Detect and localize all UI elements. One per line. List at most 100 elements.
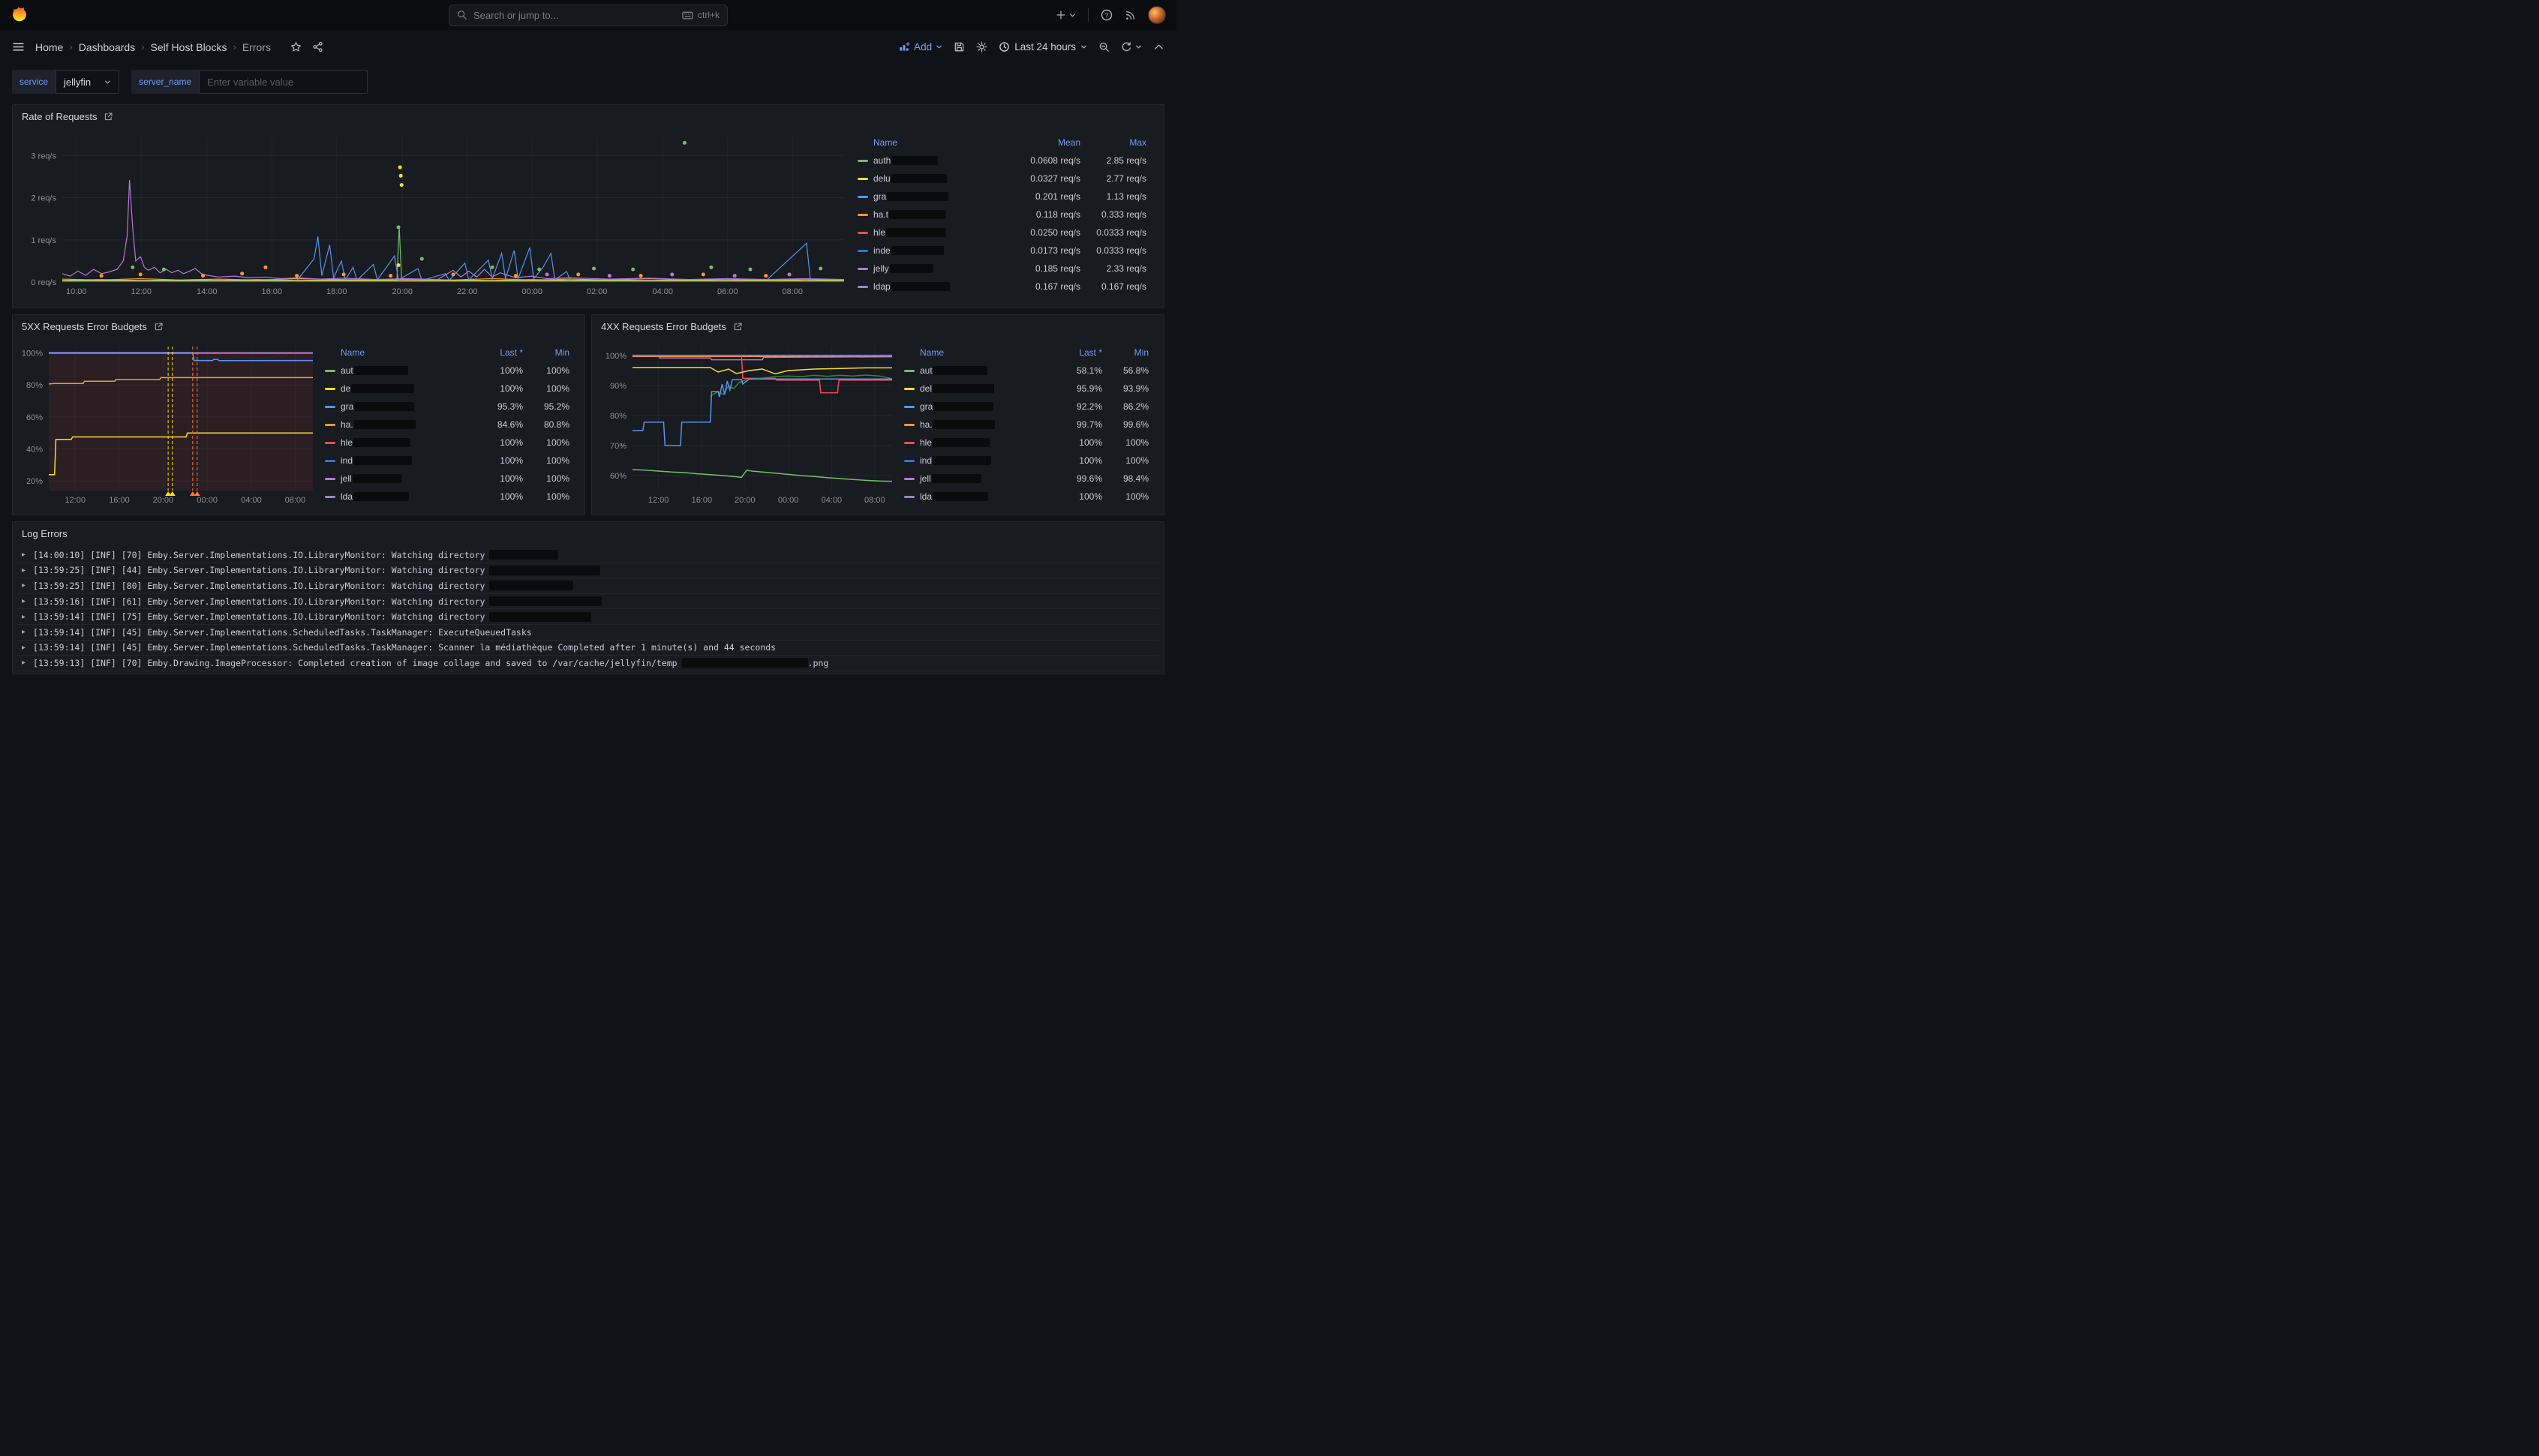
legend-col-1[interactable]: Last * — [1048, 347, 1102, 358]
series-name[interactable]: aut — [920, 365, 933, 376]
expand-arrow-icon[interactable]: ▸ — [22, 566, 26, 575]
legend-col-2[interactable]: Min — [523, 347, 569, 358]
series-name[interactable]: jell — [920, 473, 931, 484]
grafana-logo[interactable] — [11, 6, 29, 24]
error-budget-5xx-chart[interactable]: 12:0016:0020:0000:0004:0008:0020%40%60%8… — [19, 338, 319, 507]
expand-arrow-icon[interactable]: ▸ — [22, 551, 26, 559]
legend-row[interactable]: jell100%100% — [325, 470, 569, 488]
legend-row[interactable]: ha.84.6%80.8% — [325, 416, 569, 434]
breadcrumb-dashboards[interactable]: Dashboards — [79, 41, 136, 53]
add-button[interactable]: Add — [899, 41, 942, 53]
series-name[interactable]: inde — [873, 245, 891, 256]
log-row[interactable]: ▸[14:00:10] [INF] [70] Emby.Server.Imple… — [17, 548, 1159, 563]
series-name[interactable]: jelly — [873, 263, 889, 274]
legend-row[interactable]: ha.t0.118 req/s0.333 req/s — [858, 206, 1146, 224]
log-row[interactable]: ▸[13:59:25] [INF] [80] Emby.Server.Imple… — [17, 578, 1159, 594]
log-row[interactable]: ▸[13:59:14] [INF] [45] Emby.Server.Imple… — [17, 625, 1159, 641]
breadcrumb-home[interactable]: Home — [35, 41, 63, 53]
user-avatar[interactable] — [1148, 6, 1166, 24]
new-menu-button[interactable] — [1056, 10, 1076, 20]
series-name[interactable]: gra — [341, 401, 353, 412]
zoom-out-icon[interactable] — [1098, 41, 1110, 53]
series-name[interactable]: gra — [920, 401, 933, 412]
breadcrumb-folder[interactable]: Self Host Blocks — [151, 41, 227, 53]
legend-row[interactable]: inde0.0173 req/s0.0333 req/s — [858, 242, 1146, 260]
search-input[interactable]: Search or jump to... ctrl+k — [449, 5, 728, 26]
legend-row[interactable]: ha.99.7%99.6% — [904, 416, 1149, 434]
legend-row[interactable]: auth0.0608 req/s2.85 req/s — [858, 152, 1146, 170]
legend-row[interactable]: gra0.201 req/s1.13 req/s — [858, 188, 1146, 206]
legend-row[interactable]: hle0.0250 req/s0.0333 req/s — [858, 224, 1146, 242]
legend-col-1[interactable]: Last * — [469, 347, 523, 358]
series-name[interactable]: auth — [873, 155, 891, 166]
panel-header[interactable]: Rate of Requests — [13, 105, 1164, 128]
expand-arrow-icon[interactable]: ▸ — [22, 659, 26, 667]
legend-row[interactable]: hle100%100% — [325, 434, 569, 452]
legend-row[interactable]: jell99.6%98.4% — [904, 470, 1149, 488]
series-name[interactable]: ha.t — [873, 209, 888, 220]
series-name[interactable]: hle — [873, 227, 885, 238]
legend-row[interactable]: ind100%100% — [325, 452, 569, 470]
expand-arrow-icon[interactable]: ▸ — [22, 628, 26, 636]
legend-col-2[interactable]: Max — [1080, 137, 1146, 148]
series-name[interactable]: del — [920, 383, 932, 394]
panel-header[interactable]: Log Errors — [13, 522, 1164, 545]
legend-col-1[interactable]: Mean — [999, 137, 1080, 148]
series-name[interactable]: hle — [920, 437, 932, 448]
series-name[interactable]: ha. — [920, 419, 933, 430]
external-link-icon[interactable] — [733, 322, 743, 332]
series-name[interactable]: jell — [341, 473, 352, 484]
series-name[interactable]: hle — [341, 437, 353, 448]
log-row[interactable]: ▸[13:59:14] [INF] [45] Emby.Server.Imple… — [17, 641, 1159, 656]
expand-arrow-icon[interactable]: ▸ — [22, 581, 26, 590]
log-row[interactable]: ▸[13:59:14] [INF] [75] Emby.Server.Imple… — [17, 609, 1159, 625]
external-link-icon[interactable] — [154, 322, 164, 332]
legend-col-name[interactable]: Name — [858, 137, 999, 148]
expand-arrow-icon[interactable]: ▸ — [22, 613, 26, 621]
legend-row[interactable]: aut100%100% — [325, 362, 569, 380]
variable-service-select[interactable]: jellyfin — [56, 70, 119, 94]
time-range-picker[interactable]: Last 24 hours — [999, 41, 1087, 53]
legend-row[interactable]: ldap0.167 req/s0.167 req/s — [858, 278, 1146, 296]
external-link-icon[interactable] — [104, 112, 113, 122]
series-name[interactable]: ha. — [341, 419, 353, 430]
news-rss-icon[interactable] — [1125, 10, 1136, 21]
legend-row[interactable]: delu0.0327 req/s2.77 req/s — [858, 170, 1146, 188]
expand-arrow-icon[interactable]: ▸ — [22, 597, 26, 605]
error-budget-4xx-chart[interactable]: 12:0016:0020:0000:0004:0008:0060%70%80%9… — [598, 338, 898, 507]
log-row[interactable]: ▸[13:59:16] [INF] [61] Emby.Server.Imple… — [17, 594, 1159, 610]
expand-arrow-icon[interactable]: ▸ — [22, 644, 26, 652]
series-name[interactable]: gra — [873, 191, 886, 202]
legend-row[interactable]: hle100%100% — [904, 434, 1149, 452]
legend-row[interactable]: aut58.1%56.8% — [904, 362, 1149, 380]
legend-row[interactable]: del95.9%93.9% — [904, 380, 1149, 398]
series-name[interactable]: ind — [341, 455, 353, 466]
legend-row[interactable]: lda100%100% — [904, 488, 1149, 506]
legend-col-2[interactable]: Min — [1102, 347, 1149, 358]
log-row[interactable]: ▸[13:59:25] [INF] [44] Emby.Server.Imple… — [17, 563, 1159, 579]
legend-col-name[interactable]: Name — [325, 347, 469, 358]
legend-row[interactable]: lda100%100% — [325, 488, 569, 506]
help-icon[interactable]: ? — [1101, 9, 1113, 21]
series-name[interactable]: lda — [341, 491, 353, 502]
series-name[interactable]: lda — [920, 491, 932, 502]
rate-of-requests-chart[interactable]: 10:0012:0014:0016:0018:0020:0022:0000:00… — [19, 128, 852, 300]
legend-row[interactable]: jelly0.185 req/s2.33 req/s — [858, 260, 1146, 278]
collapse-chevron-up-icon[interactable] — [1153, 41, 1164, 53]
refresh-button[interactable] — [1121, 41, 1142, 53]
panel-header[interactable]: 5XX Requests Error Budgets — [13, 315, 584, 338]
star-icon[interactable] — [290, 41, 302, 53]
legend-row[interactable]: de100%100% — [325, 380, 569, 398]
settings-gear-icon[interactable] — [976, 41, 987, 53]
legend-row[interactable]: ind100%100% — [904, 452, 1149, 470]
legend-row[interactable]: gra95.3%95.2% — [325, 398, 569, 416]
series-name[interactable]: aut — [341, 365, 353, 376]
share-icon[interactable] — [312, 41, 323, 53]
series-name[interactable]: ind — [920, 455, 932, 466]
save-icon[interactable] — [954, 41, 965, 53]
variable-server-input[interactable] — [199, 70, 368, 94]
series-name[interactable]: de — [341, 383, 350, 394]
log-row[interactable]: ▸[13:59:13] [INF] [70] Emby.Drawing.Imag… — [17, 656, 1159, 671]
menu-icon[interactable] — [12, 41, 25, 53]
series-name[interactable]: delu — [873, 173, 891, 184]
